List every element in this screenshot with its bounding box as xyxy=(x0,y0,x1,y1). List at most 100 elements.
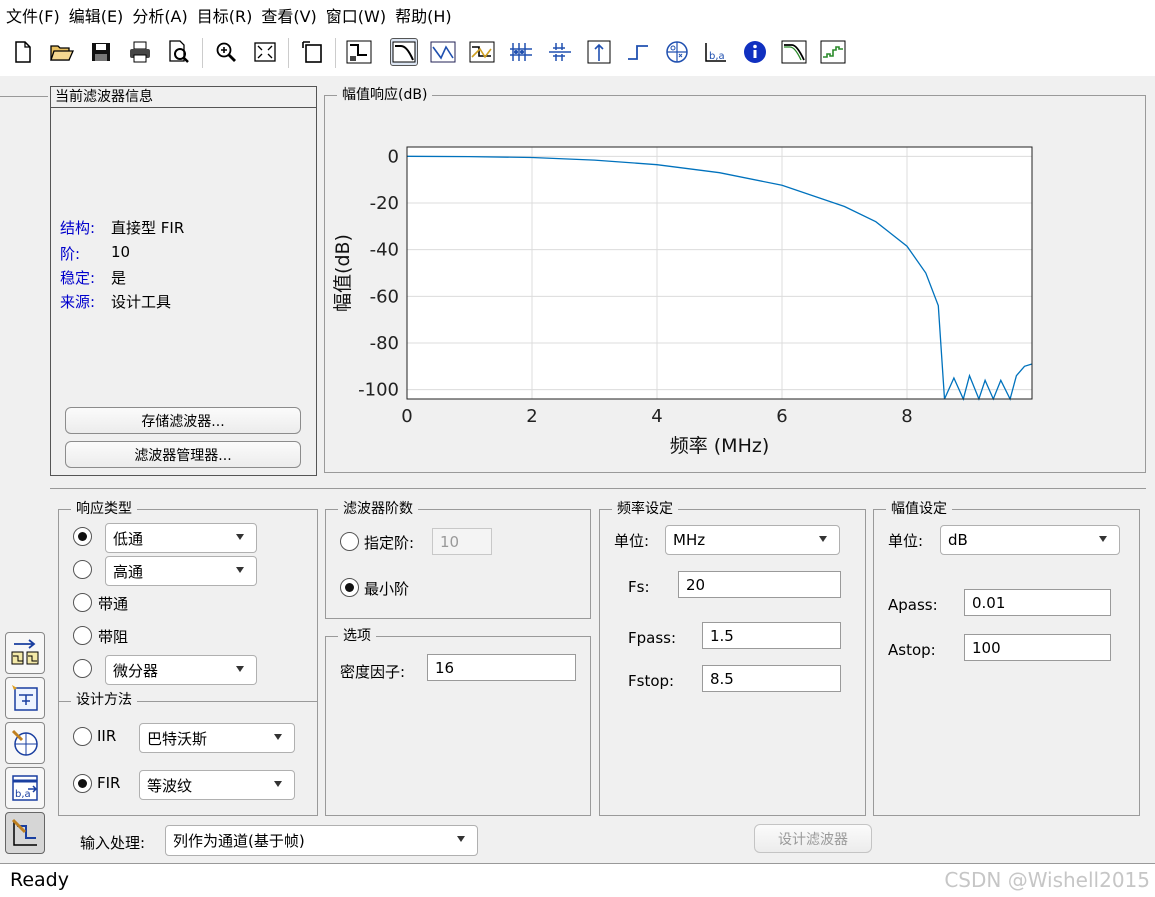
impulse-response-icon[interactable] xyxy=(585,38,613,66)
fstop-field[interactable]: 8.5 xyxy=(702,665,841,692)
filter-order-group: 滤波器阶数 指定阶: 10 最小阶 xyxy=(325,500,591,619)
new-figure-icon[interactable] xyxy=(298,38,326,66)
fs-field[interactable]: 20 xyxy=(678,571,841,598)
realize-model-icon xyxy=(12,685,38,711)
filter-manager-button[interactable]: 滤波器管理器... xyxy=(65,441,301,468)
magnitude-response-chart[interactable]: 0 2 4 6 8 0 -20 -40 -60 -80 -100 频率 (MHz) 幅值(dB) xyxy=(325,96,1145,472)
import-filter-button[interactable]: b,a xyxy=(5,767,45,809)
apass-label: Apass: xyxy=(888,596,938,614)
specify-order-label: 指定阶: xyxy=(364,534,415,552)
specify-order-radio[interactable] xyxy=(340,532,359,551)
y-tick-label: 0 xyxy=(388,146,399,167)
info-value-order: 10 xyxy=(111,243,131,261)
pole-zero-icon[interactable] xyxy=(663,38,691,66)
new-file-icon[interactable] xyxy=(9,38,37,66)
full-view-icon[interactable] xyxy=(251,38,279,66)
menu-view[interactable]: 查看(V) xyxy=(261,3,316,27)
info-key-stable: 稳定: xyxy=(60,269,96,287)
minimum-order-radio[interactable] xyxy=(340,578,359,597)
input-processing-dropdown[interactable]: 列作为通道(基于帧) xyxy=(165,825,478,856)
filter-info-panel: 当前滤波器信息 结构: 直接型 FIR 阶: 10 稳定: 是 来源: 设计工具… xyxy=(50,86,317,476)
lowpass-dropdown[interactable]: 低通 xyxy=(105,523,257,553)
iir-method-dropdown[interactable]: 巴特沃斯 xyxy=(139,723,295,753)
x-tick-label: 0 xyxy=(401,406,412,427)
status-bar: Ready CSDN @Wishell2015 xyxy=(0,863,1155,897)
info-icon[interactable] xyxy=(741,38,769,66)
phase-delay-icon[interactable] xyxy=(546,38,574,66)
fir-method-value: 等波纹 xyxy=(147,776,193,795)
lowpass-radio[interactable] xyxy=(73,527,92,546)
differentiator-dropdown[interactable]: 微分器 xyxy=(105,655,257,685)
import-filter-icon: b,a xyxy=(12,775,38,801)
chevron-down-icon xyxy=(236,666,244,672)
watermark-text: CSDN @Wishell2015 xyxy=(944,868,1150,892)
specify-order-field[interactable]: 10 xyxy=(432,528,492,555)
magnitude-estimate-icon[interactable] xyxy=(780,38,808,66)
mag-unit-dropdown[interactable]: dB xyxy=(940,525,1120,555)
chevron-down-icon xyxy=(274,781,282,787)
fpass-field[interactable]: 1.5 xyxy=(702,622,841,649)
input-processing-value: 列作为通道(基于帧) xyxy=(173,832,305,850)
menu-edit[interactable]: 编辑(E) xyxy=(69,3,124,27)
filter-order-title: 滤波器阶数 xyxy=(338,500,418,518)
differentiator-dropdown-value: 微分器 xyxy=(113,661,159,680)
differentiator-radio[interactable] xyxy=(73,659,92,678)
transform-filter-button[interactable] xyxy=(5,632,45,674)
store-filter-button[interactable]: 存储滤波器... xyxy=(65,407,301,434)
noise-psd-icon[interactable] xyxy=(819,38,847,66)
group-delay-icon[interactable] xyxy=(507,38,535,66)
menu-analysis[interactable]: 分析(A) xyxy=(132,3,187,27)
apass-field[interactable]: 0.01 xyxy=(964,589,1111,616)
filter-spec-icon[interactable] xyxy=(345,38,373,66)
bandpass-label: 带通 xyxy=(98,595,129,613)
coefficients-icon[interactable]: b,a xyxy=(702,38,730,66)
zoom-in-icon[interactable] xyxy=(212,38,240,66)
chevron-down-icon xyxy=(1099,536,1107,542)
design-filter-button[interactable]: 设计滤波器 xyxy=(754,824,872,853)
fir-method-dropdown[interactable]: 等波纹 xyxy=(139,770,295,800)
design-method-title: 设计方法 xyxy=(71,691,137,709)
highpass-dropdown-value: 高通 xyxy=(113,562,144,581)
chevron-down-icon xyxy=(457,836,465,842)
design-filter-mode-button[interactable] xyxy=(5,812,45,854)
phase-response-icon[interactable] xyxy=(429,38,457,66)
density-factor-field[interactable]: 16 xyxy=(427,654,576,681)
magnitude-response-icon[interactable] xyxy=(390,38,418,66)
chevron-down-icon xyxy=(236,534,244,540)
fir-radio[interactable] xyxy=(73,774,92,793)
menu-help[interactable]: 帮助(H) xyxy=(395,3,452,27)
menu-targets[interactable]: 目标(R) xyxy=(197,3,253,27)
magnitude-phase-icon[interactable] xyxy=(468,38,496,66)
info-key-source: 来源: xyxy=(60,293,96,311)
print-icon[interactable] xyxy=(126,38,154,66)
step-response-icon[interactable] xyxy=(624,38,652,66)
highpass-radio[interactable] xyxy=(73,560,92,579)
menu-window[interactable]: 窗口(W) xyxy=(326,3,386,27)
mag-unit-value: dB xyxy=(948,531,968,549)
bandpass-radio[interactable] xyxy=(73,593,92,612)
options-group: 选项 密度因子: 16 xyxy=(325,627,591,816)
freq-unit-dropdown[interactable]: MHz xyxy=(665,525,840,555)
highpass-dropdown[interactable]: 高通 xyxy=(105,556,257,586)
y-tick-label: -60 xyxy=(370,286,399,307)
pole-zero-editor-button[interactable] xyxy=(5,722,45,764)
menu-file[interactable]: 文件(F) xyxy=(6,3,60,27)
open-folder-icon[interactable] xyxy=(48,38,76,66)
response-type-group: 响应类型 低通 高通 带通 带阻 微分器 设计方法 IIR 巴特沃斯 FIR 等… xyxy=(58,500,318,816)
y-axis-label: 幅值(dB) xyxy=(332,234,354,312)
info-value-structure: 直接型 FIR xyxy=(111,219,185,237)
bandstop-radio[interactable] xyxy=(73,626,92,645)
input-processing-label: 输入处理: xyxy=(80,834,146,852)
svg-text:b,a: b,a xyxy=(15,789,31,800)
astop-field[interactable]: 100 xyxy=(964,634,1111,661)
iir-radio[interactable] xyxy=(73,727,92,746)
minimum-order-label: 最小阶 xyxy=(364,580,410,598)
bandstop-label: 带阻 xyxy=(98,628,129,646)
realize-model-button[interactable] xyxy=(5,677,45,719)
print-preview-icon[interactable] xyxy=(165,38,193,66)
save-icon[interactable] xyxy=(87,38,115,66)
magnitude-spec-group: 幅值设定 单位: dB Apass: 0.01 Astop: 100 xyxy=(873,500,1140,816)
freq-unit-value: MHz xyxy=(673,531,706,549)
options-title: 选项 xyxy=(338,627,376,645)
chevron-down-icon xyxy=(274,734,282,740)
